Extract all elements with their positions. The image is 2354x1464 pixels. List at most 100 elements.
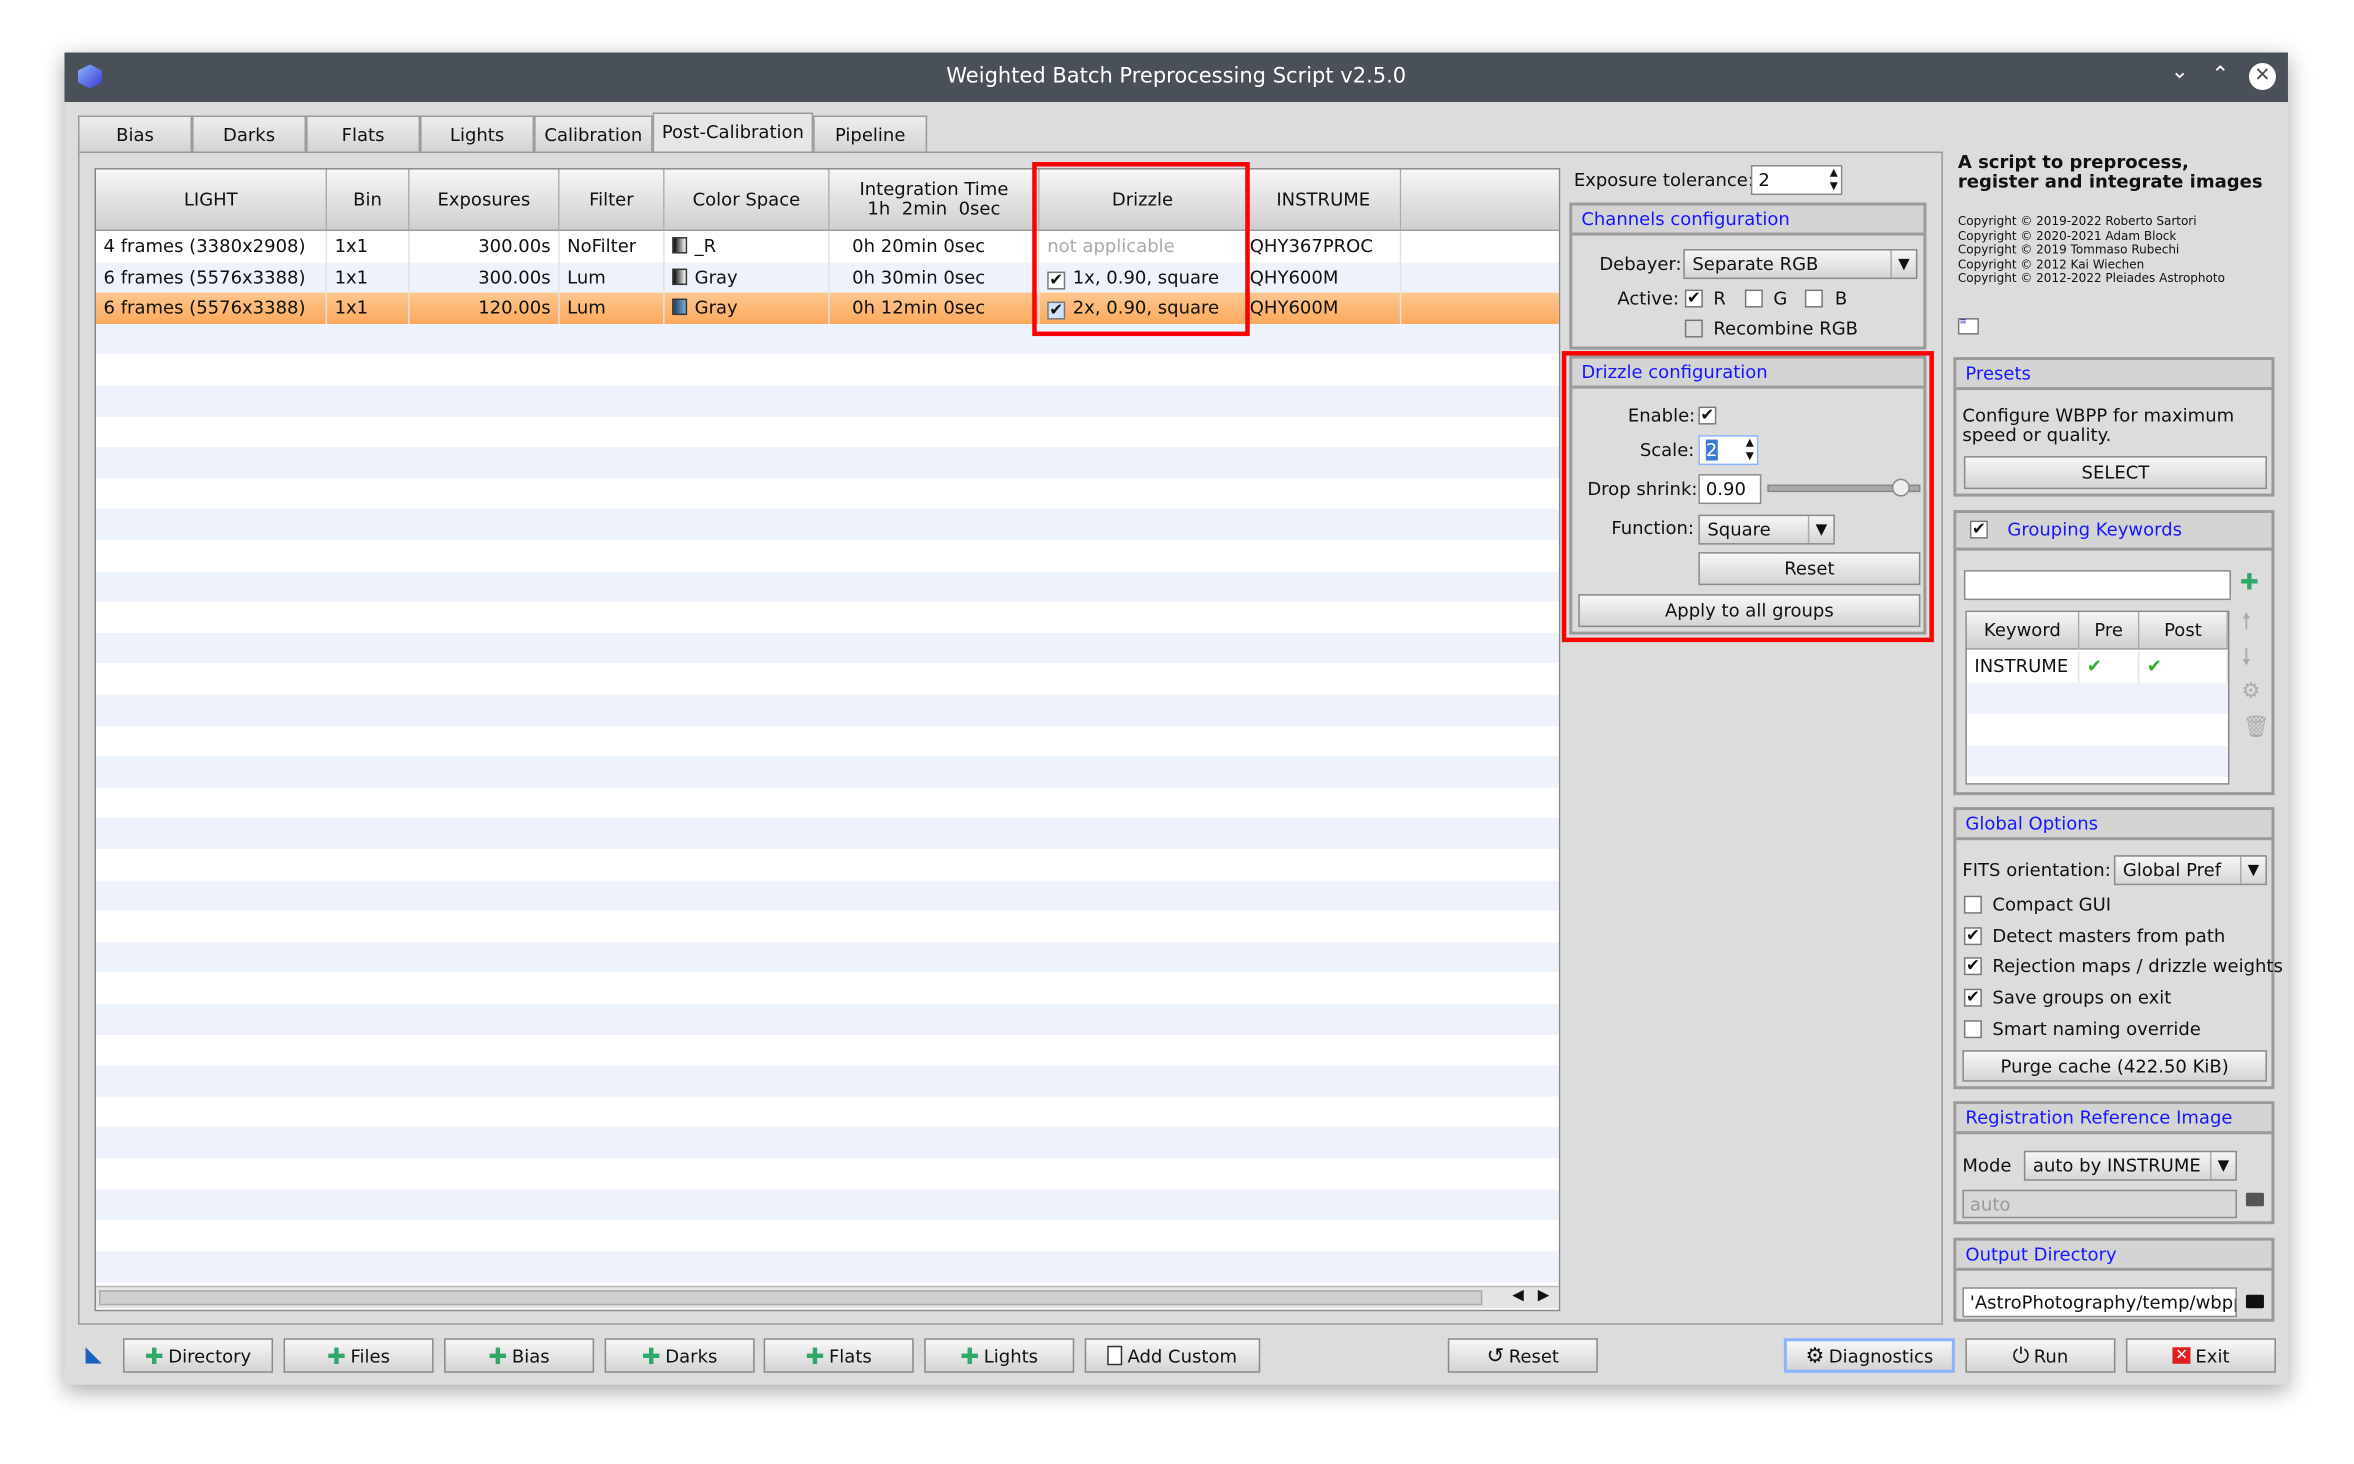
tab-lights[interactable]: Lights — [420, 115, 535, 154]
add-files-button[interactable]: ✚ Files — [283, 1338, 434, 1373]
add-darks-button[interactable]: ✚ Darks — [604, 1338, 755, 1373]
folder-icon[interactable] — [2245, 1192, 2264, 1207]
pre-check-icon[interactable]: ✔ — [2079, 651, 2140, 683]
global-options-title: Global Options — [1956, 810, 2272, 841]
integration-time-text: 0h 20min 0sec — [852, 235, 986, 257]
add-custom-button[interactable]: Add Custom — [1084, 1338, 1261, 1373]
header-color-space[interactable]: Color Space — [664, 169, 830, 232]
plus-icon: ✚ — [960, 1342, 980, 1370]
scroll-left-icon[interactable]: ◀ — [1512, 1287, 1524, 1304]
recombine-rgb-checkbox[interactable] — [1684, 319, 1703, 338]
add-flats-button[interactable]: ✚ Flats — [763, 1338, 914, 1373]
presets-group: Presets Configure WBPP for maximum speed… — [1953, 357, 2275, 497]
trash-icon[interactable]: 🗑 — [2243, 716, 2270, 740]
registration-mode-select[interactable]: auto by INSTRUME ▼ — [2023, 1150, 2237, 1181]
option-checkbox[interactable]: ✔ — [1963, 989, 1982, 1007]
folder-icon[interactable] — [2245, 1294, 2264, 1309]
move-up-icon[interactable]: 🠕 — [2241, 606, 2251, 644]
tab-calibration[interactable]: Calibration — [534, 115, 653, 154]
header-integration-time[interactable]: Integration Time 1h 2min 0sec — [829, 169, 1040, 232]
header-bin[interactable]: Bin — [327, 169, 410, 232]
move-down-icon[interactable]: 🠗 — [2241, 642, 2251, 680]
integration-time-text: 0h 30min 0sec — [852, 266, 986, 288]
reference-image-input[interactable]: auto — [1962, 1189, 2237, 1219]
post-check-icon[interactable]: ✔ — [2139, 651, 2228, 683]
comment-icon[interactable]: ≡ — [1957, 317, 1979, 335]
empty-row — [96, 972, 1559, 1005]
table-row[interactable]: 4 frames (3380x2908) 1x1 300.00s NoFilter _R… — [96, 231, 1559, 263]
exit-button[interactable]: ✕ Exit — [2125, 1338, 2276, 1373]
active-label: Active: — [1617, 288, 1680, 310]
horizontal-scrollbar[interactable]: ◀ ▶ — [96, 1285, 1559, 1309]
chevron-down-icon: ▼ — [2209, 1152, 2236, 1180]
exposure-tolerance-input[interactable]: 2 ▲ ▼ — [1750, 165, 1843, 196]
instrume-text: QHY600M — [1249, 297, 1339, 319]
option-checkbox[interactable] — [1963, 1019, 1982, 1038]
color-space-cell: Gray — [665, 261, 830, 294]
keyword-cell: INSTRUME — [1967, 651, 2080, 683]
add-lights-button[interactable]: ✚ Lights — [924, 1338, 1075, 1373]
tab-pipeline[interactable]: Pipeline — [813, 115, 928, 154]
scroll-right-icon[interactable]: ▶ — [1538, 1287, 1550, 1304]
debayer-select[interactable]: Separate RGB ▼ — [1683, 249, 1918, 280]
add-bias-button[interactable]: ✚ Bias — [444, 1338, 595, 1373]
keyword-input[interactable] — [1963, 570, 2231, 601]
diagnostics-button[interactable]: ⚙ Diagnostics — [1783, 1338, 1955, 1373]
fits-orientation-select[interactable]: Global Pref ▼ — [2113, 855, 2267, 886]
run-button[interactable]: ⏻ Run — [1965, 1338, 2116, 1373]
header-light[interactable]: LIGHT — [96, 169, 328, 232]
close-button[interactable]: ✕ — [2248, 63, 2276, 91]
global-options-group: Global Options FITS orientation: Global … — [1953, 807, 2283, 1090]
gear-icon[interactable]: ⚙ — [2241, 680, 2260, 704]
channel-g-checkbox[interactable] — [1744, 289, 1763, 308]
reset-icon: ↺ — [1486, 1343, 1505, 1368]
option-checkbox[interactable]: ✔ — [1963, 927, 1982, 945]
plus-icon: ✚ — [641, 1342, 661, 1370]
option-checkbox[interactable] — [1963, 895, 1982, 914]
exposures-text: 120.00s — [478, 297, 551, 319]
option-label: Rejection maps / drizzle weights — [1992, 956, 2283, 978]
reset-button[interactable]: ↺ Reset — [1447, 1338, 1598, 1373]
add-keyword-icon[interactable]: ✚ — [2240, 569, 2259, 596]
light-text: 6 frames (5576x3388) — [103, 266, 306, 288]
plus-icon: ✚ — [144, 1342, 164, 1370]
table-row[interactable]: 6 frames (5576x3388) 1x1 120.00s Lum Gray 0h … — [96, 292, 1559, 325]
keyword-row[interactable]: INSTRUME ✔ ✔ — [1967, 651, 2228, 683]
keywords-table: Keyword Pre Post INSTRUME ✔ ✔ — [1965, 610, 2230, 785]
tab-post-calibration[interactable]: Post-Calibration — [652, 112, 814, 154]
exposures-cell: 120.00s — [410, 292, 560, 325]
empty-row — [96, 941, 1559, 974]
title-bar: Weighted Batch Preprocessing Script v2.5… — [64, 52, 2288, 103]
minimize-button[interactable]: ⌄ — [2171, 60, 2189, 84]
color-space-text: _R — [694, 235, 717, 257]
grouping-keywords-checkbox[interactable]: ✔ — [1969, 521, 1988, 539]
channel-b-checkbox[interactable] — [1804, 289, 1823, 308]
header-instrume[interactable]: INSTRUME — [1246, 169, 1402, 232]
header-filter[interactable]: Filter — [559, 169, 665, 232]
maximize-button[interactable]: ⌃ — [2211, 63, 2229, 87]
tab-bias[interactable]: Bias — [78, 115, 193, 154]
purge-cache-button[interactable]: Purge cache (422.50 KiB) — [1962, 1050, 2267, 1082]
empty-row — [96, 601, 1559, 634]
chevron-down-icon: ▼ — [1890, 250, 1916, 278]
channel-r-checkbox[interactable]: ✔ — [1684, 290, 1703, 308]
header-extra[interactable] — [1401, 169, 1559, 232]
empty-row — [96, 509, 1559, 541]
presets-select-button[interactable]: SELECT — [1963, 456, 2267, 490]
tab-darks[interactable]: Darks — [192, 115, 307, 154]
tab-flats[interactable]: Flats — [306, 115, 421, 154]
output-directory-input[interactable]: 'AstroPhotography/temp/wbpp — [1962, 1287, 2237, 1318]
empty-row — [96, 1065, 1559, 1098]
table-row[interactable]: 6 frames (5576x3388) 1x1 300.00s Lum Gray 0h … — [96, 261, 1559, 294]
header-exposures[interactable]: Exposures — [409, 169, 560, 232]
bin-cell: 1x1 — [327, 231, 410, 263]
plus-icon: ✚ — [327, 1342, 346, 1370]
bin-text: 1x1 — [334, 235, 369, 257]
add-directory-button[interactable]: ✚ Directory — [123, 1338, 274, 1373]
channels-configuration-title: Channels configuration — [1572, 205, 1924, 236]
bin-cell: 1x1 — [327, 292, 410, 325]
registration-reference-group: Registration Reference Image Mode auto b… — [1953, 1101, 2275, 1225]
document-icon — [1107, 1345, 1123, 1366]
option-checkbox[interactable]: ✔ — [1963, 958, 1982, 976]
grouping-keywords-group: Grouping Keywords ✔ ✚ 🠕 🠗 ⚙ 🗑 Keyword Pr… — [1953, 510, 2275, 796]
